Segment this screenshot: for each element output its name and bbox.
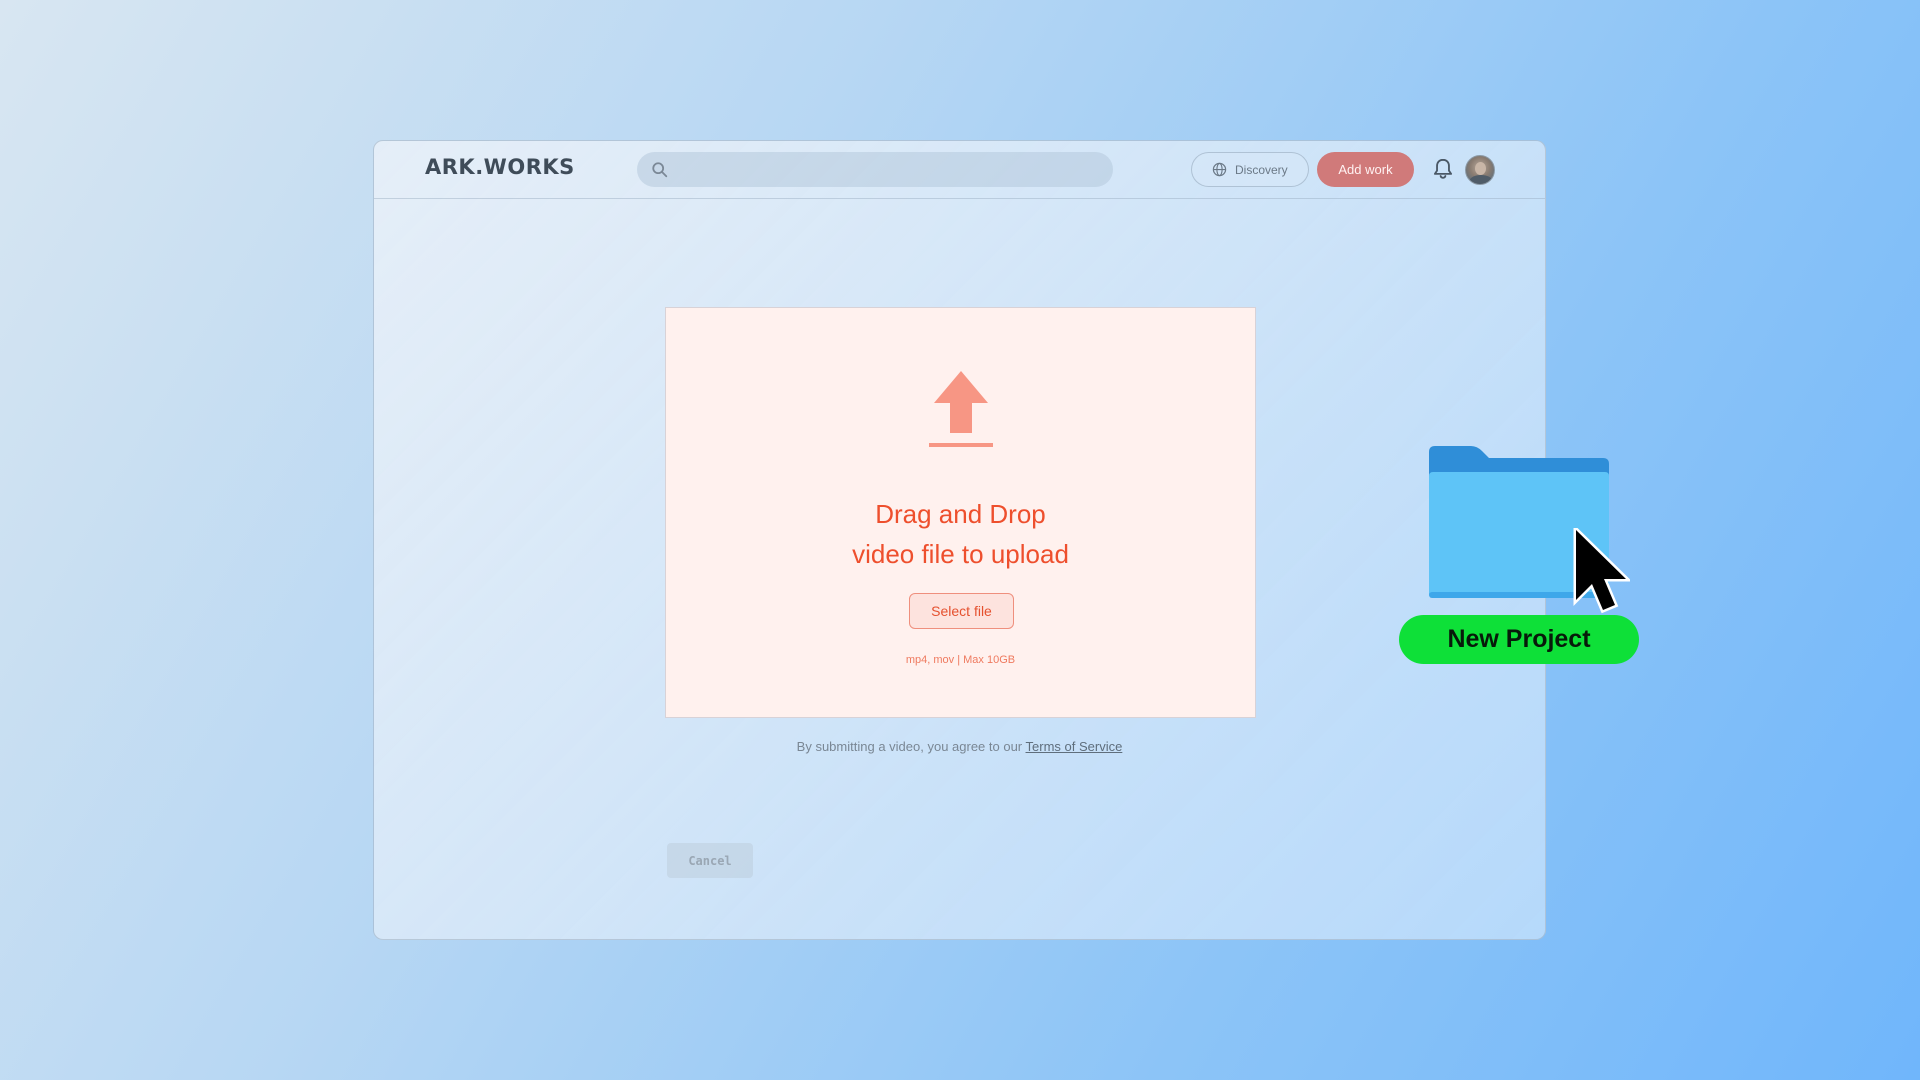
- new-project-folder-label[interactable]: New Project: [1399, 615, 1639, 664]
- terms-notice: By submitting a video, you agree to our …: [374, 739, 1545, 754]
- folder-label-text: New Project: [1447, 625, 1591, 653]
- avatar-shoulders: [1469, 175, 1493, 184]
- dropzone-title-line2: video file to upload: [852, 539, 1069, 569]
- app-window: ARK.WORKS Discovery Add work Drag and Dr…: [373, 140, 1546, 940]
- top-navigation-bar: ARK.WORKS Discovery Add work: [374, 141, 1545, 199]
- search-input[interactable]: [677, 152, 1101, 189]
- dropzone-title: Drag and Drop video file to upload: [666, 494, 1255, 574]
- discovery-button[interactable]: Discovery: [1191, 152, 1309, 187]
- discovery-label: Discovery: [1235, 162, 1288, 177]
- search-icon: [652, 162, 668, 178]
- search-bar[interactable]: [637, 152, 1113, 189]
- cancel-button[interactable]: Cancel: [667, 843, 753, 878]
- upload-arrow-icon: [929, 371, 993, 447]
- add-work-button[interactable]: Add work: [1317, 152, 1414, 187]
- avatar-face: [1475, 162, 1486, 175]
- globe-icon: [1212, 162, 1227, 177]
- bell-icon[interactable]: [1430, 156, 1456, 182]
- select-file-button[interactable]: Select file: [909, 593, 1014, 629]
- upload-dropzone[interactable]: Drag and Drop video file to upload Selec…: [665, 307, 1256, 718]
- terms-prefix: By submitting a video, you agree to our: [796, 739, 1026, 754]
- brand-logo[interactable]: ARK.WORKS: [425, 155, 575, 179]
- file-format-note: mp4, mov | Max 10GB: [905, 654, 1016, 666]
- add-work-label: Add work: [1338, 162, 1393, 177]
- cancel-label: Cancel: [688, 853, 732, 868]
- user-avatar[interactable]: [1465, 155, 1495, 185]
- select-file-label: Select file: [931, 603, 992, 619]
- dropzone-title-line1: Drag and Drop: [875, 499, 1046, 529]
- terms-of-service-link[interactable]: Terms of Service: [1026, 739, 1123, 754]
- mouse-pointer-icon: [1573, 528, 1630, 614]
